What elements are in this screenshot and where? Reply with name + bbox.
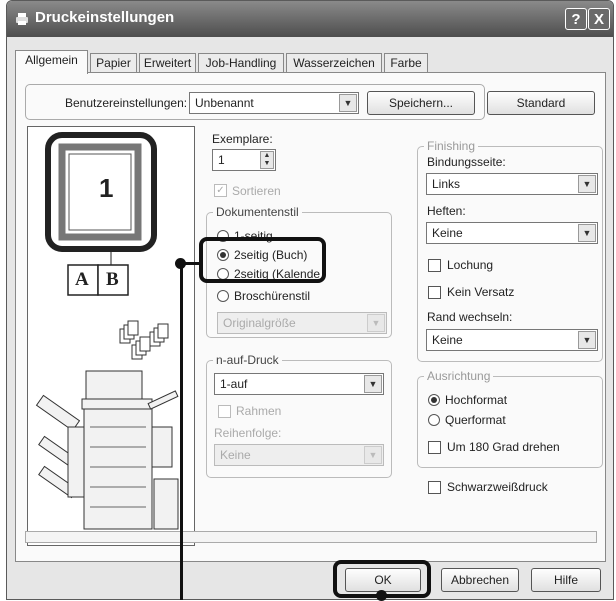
margin-shift-select[interactable]: Keine ▼ — [426, 329, 598, 351]
title-bar: Druckeinstellungen ? X — [7, 1, 613, 37]
ok-callout-dot — [376, 590, 387, 601]
landscape-label: Querformat — [445, 413, 506, 427]
printer-icon — [16, 13, 28, 25]
tab-job-handling[interactable]: Job-Handling — [198, 53, 284, 73]
binding-side-label: Bindungsseite: — [427, 155, 506, 169]
print-preview: 1 A B — [27, 126, 195, 546]
save-button[interactable]: Speichern... — [367, 91, 475, 115]
portrait-radio[interactable] — [428, 394, 440, 406]
rotate-180-label: Um 180 Grad drehen — [447, 440, 560, 454]
rotate-180-checkbox[interactable] — [428, 441, 441, 454]
chevron-down-icon: ▼ — [578, 331, 596, 349]
duplex-callout-dot — [175, 258, 186, 269]
collate-label: Sortieren — [232, 184, 281, 198]
no-offset-label: Kein Versatz — [447, 285, 515, 299]
no-offset-checkbox[interactable] — [428, 286, 441, 299]
status-bar-area — [25, 531, 597, 543]
close-button[interactable]: X — [588, 8, 610, 30]
border-label: Rahmen — [236, 404, 282, 418]
copies-stepper[interactable]: 1 ▲ ▼ — [212, 149, 276, 171]
help-button[interactable]: Hilfe — [531, 568, 601, 592]
tab-watermark[interactable]: Wasserzeichen — [286, 53, 382, 73]
chevron-down-icon: ▼ — [364, 375, 382, 393]
preview-page-number: 1 — [99, 173, 114, 203]
chevron-down-icon: ▼ — [578, 224, 596, 242]
booklet-size-select[interactable]: Originalgröße ▼ — [217, 312, 387, 334]
booklet-radio[interactable] — [217, 290, 229, 302]
order-value: Keine — [220, 448, 251, 462]
booklet-left-letter: A — [75, 269, 89, 290]
nup-label: n-auf-Druck — [213, 353, 282, 367]
bw-print-label: Schwarzweißdruck — [447, 480, 548, 494]
portrait-label: Hochformat — [445, 393, 508, 407]
standard-button[interactable]: Standard — [487, 91, 595, 115]
chevron-down-icon: ▼ — [367, 314, 385, 332]
order-select[interactable]: Keine ▼ — [214, 444, 384, 466]
staple-select[interactable]: Keine ▼ — [426, 222, 598, 244]
staple-label: Heften: — [427, 204, 466, 218]
bw-print-checkbox[interactable] — [428, 481, 441, 494]
nup-value: 1-auf — [220, 377, 248, 391]
finishing-label: Finishing — [424, 139, 479, 153]
tab-advanced[interactable]: Erweitert — [139, 53, 196, 73]
help-title-button[interactable]: ? — [565, 8, 587, 30]
user-settings-select[interactable]: Unbenannt ▼ — [189, 92, 359, 114]
border-checkbox[interactable] — [218, 405, 231, 418]
orientation-label: Ausrichtung — [424, 369, 494, 383]
nup-select[interactable]: 1-auf ▼ — [214, 373, 384, 395]
chevron-down-icon: ▼ — [364, 446, 382, 464]
booklet-label: Broschürenstil — [234, 289, 311, 303]
tab-paper[interactable]: Papier — [90, 53, 137, 73]
binding-side-select[interactable]: Links ▼ — [426, 173, 598, 195]
booklet-size-value: Originalgröße — [223, 316, 296, 330]
order-label: Reihenfolge: — [214, 426, 282, 440]
duplex-callout-box — [199, 237, 326, 283]
tab-color[interactable]: Farbe — [384, 53, 428, 73]
tab-general[interactable]: Allgemein — [15, 50, 88, 74]
landscape-radio[interactable] — [428, 414, 440, 426]
margin-shift-value: Keine — [432, 333, 463, 347]
spin-arrows-icon[interactable]: ▲ ▼ — [260, 151, 274, 169]
punch-checkbox[interactable] — [428, 259, 441, 272]
copies-label: Exemplare: — [212, 132, 273, 146]
margin-shift-label: Rand wechseln: — [427, 310, 513, 324]
binding-side-value: Links — [432, 177, 461, 191]
chevron-down-icon: ▼ — [339, 94, 357, 112]
user-settings-label: Benutzereinstellungen: — [65, 96, 188, 110]
cancel-button[interactable]: Abbrechen — [441, 568, 519, 592]
staple-value: Keine — [432, 226, 463, 240]
punch-label: Lochung — [447, 258, 494, 272]
print-settings-window: Druckeinstellungen ? X Allgemein Papier … — [6, 0, 614, 600]
duplex-callout-line — [180, 262, 183, 600]
document-style-label: Dokumentenstil — [213, 205, 302, 219]
booklet-right-letter: B — [106, 269, 119, 290]
collate-checkbox[interactable]: ✓ — [214, 184, 227, 197]
chevron-down-icon: ▼ — [578, 175, 596, 193]
copies-value: 1 — [218, 153, 225, 167]
window-title: Druckeinstellungen — [35, 9, 175, 26]
user-settings-value: Unbenannt — [195, 96, 254, 110]
